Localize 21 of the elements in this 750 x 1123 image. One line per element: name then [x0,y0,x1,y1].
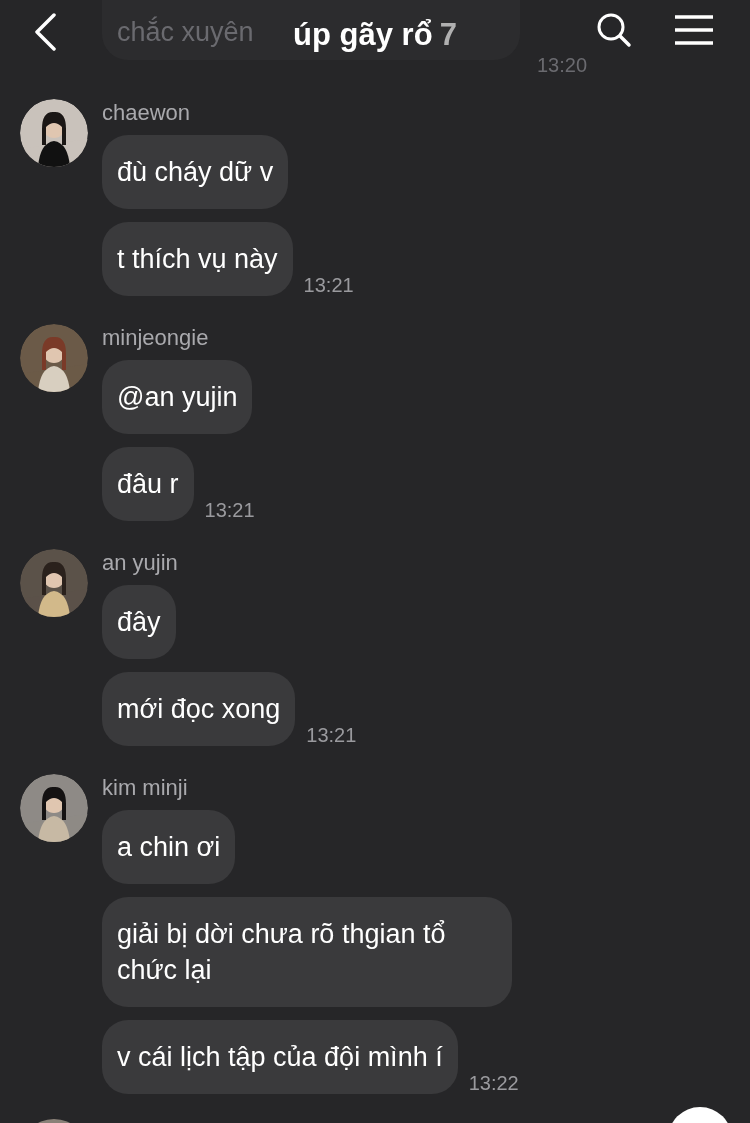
message-time: 13:21 [303,273,354,298]
sender-name: chaewon [102,99,192,127]
message-time: 13:22 [468,1071,519,1096]
message-bubble: đây [102,585,176,659]
sender-name: kim minji [102,774,189,802]
message-time: 13:21 [306,723,357,748]
message-bubble: @an yujin [102,360,253,434]
sender-name: an yujin [102,549,179,577]
message-bubble: đâu r [102,447,194,521]
sender-name: minjeongie [102,324,210,352]
message-time: 13:21 [204,498,255,523]
member-count: 7 [439,16,457,54]
message-bubble: t thích vụ này [102,222,293,296]
message-bubble: a chin ơi [102,810,236,884]
message-bubble: mới đọc xong [102,672,296,746]
menu-button[interactable] [672,12,716,48]
message-time: 13:20 [537,53,588,78]
message-bubble: đù cháy dữ v [102,135,289,209]
chat-title: úp gãy rổ [293,16,433,54]
message-bubble: v cái lịch tập của đội mình í [102,1020,458,1094]
message-bubble: giải bị dời chưa rõ thgian tổ chức lại [102,897,512,1007]
